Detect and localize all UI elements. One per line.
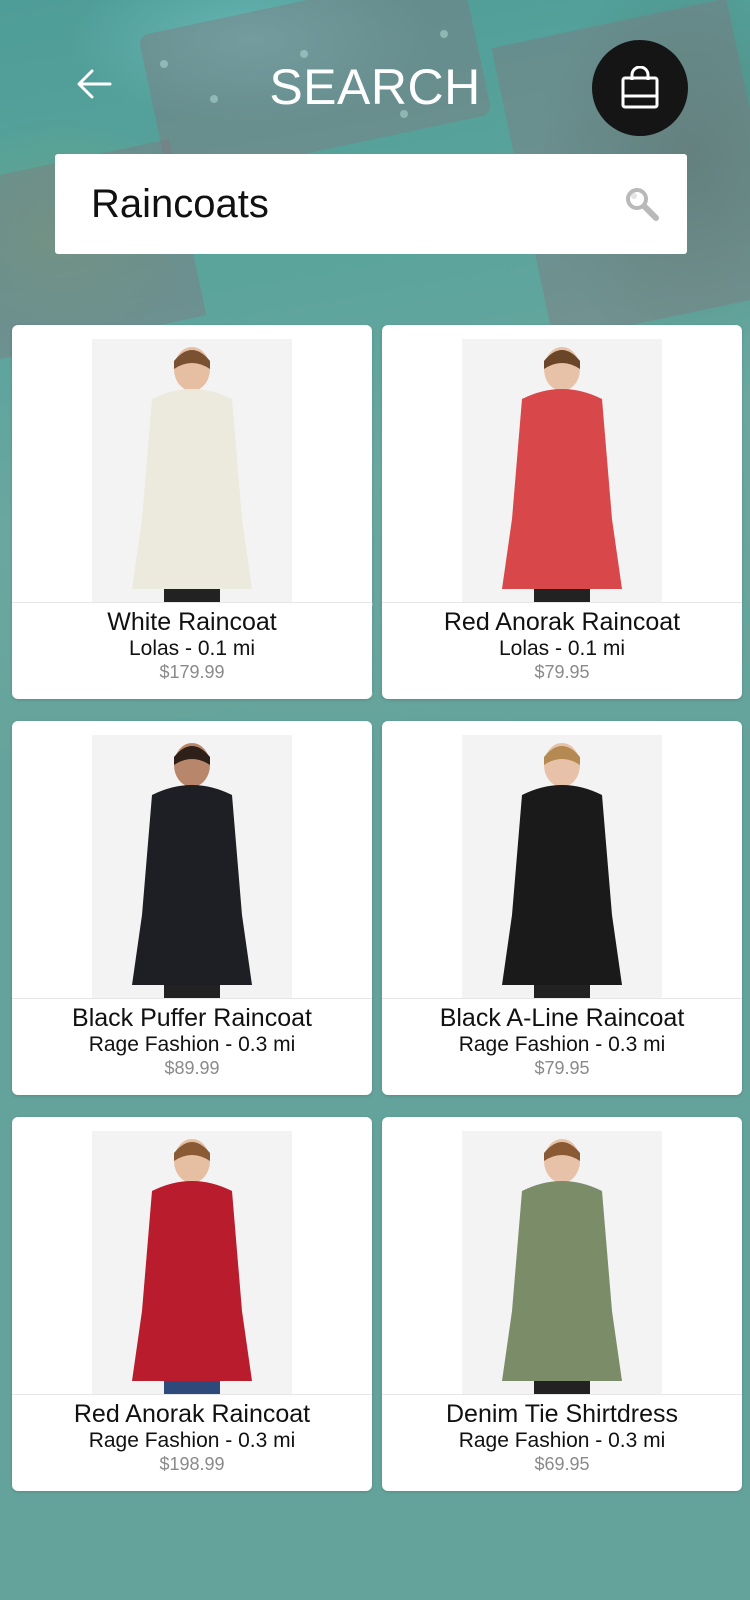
product-name: Black A-Line Raincoat [439,1004,685,1032]
product-name: Black Puffer Raincoat [72,1004,312,1032]
coat-illustration [132,1139,252,1395]
shopping-bag-icon [621,66,659,109]
product-card[interactable]: White Raincoat Lolas - 0.1 mi $179.99 [12,325,372,699]
product-card[interactable]: Black A-Line Raincoat Rage Fashion - 0.3… [382,721,742,1095]
product-name: Red Anorak Raincoat [443,608,681,636]
search-button[interactable] [624,186,660,222]
product-photo [92,735,292,999]
product-grid: White Raincoat Lolas - 0.1 mi $179.99 Re… [12,325,742,1491]
product-photo [462,1131,662,1395]
search-bar [55,154,687,254]
card-divider [12,602,372,603]
product-price: $179.99 [159,662,225,682]
card-divider [12,1394,372,1395]
product-price: $89.99 [164,1058,220,1078]
product-photo [462,339,662,603]
product-name: Red Anorak Raincoat [73,1400,311,1428]
product-photo [92,339,292,603]
card-divider [382,998,742,999]
coat-illustration [132,347,252,603]
product-name: White Raincoat [107,608,277,636]
product-name: Denim Tie Shirtdress [445,1400,679,1428]
search-input[interactable] [91,176,591,232]
product-card[interactable]: Red Anorak Raincoat Lolas - 0.1 mi $79.9… [382,325,742,699]
product-store-distance: Rage Fashion - 0.3 mi [88,1429,296,1452]
coat-illustration [502,347,622,603]
product-price: $79.95 [534,662,590,682]
polka-dot [440,30,448,38]
product-store-distance: Rage Fashion - 0.3 mi [88,1033,296,1056]
product-price: $198.99 [159,1454,225,1474]
product-store-distance: Lolas - 0.1 mi [498,637,626,660]
product-photo [462,735,662,999]
card-divider [382,1394,742,1395]
product-card[interactable]: Denim Tie Shirtdress Rage Fashion - 0.3 … [382,1117,742,1491]
card-divider [12,998,372,999]
magnifier-icon [626,188,659,221]
product-store-distance: Rage Fashion - 0.3 mi [458,1429,666,1452]
shopping-bag-button[interactable] [592,40,688,136]
product-price: $79.95 [534,1058,590,1078]
product-store-distance: Lolas - 0.1 mi [128,637,256,660]
polka-dot [300,50,308,58]
coat-illustration [502,1139,622,1395]
card-divider [382,602,742,603]
product-card[interactable]: Black Puffer Raincoat Rage Fashion - 0.3… [12,721,372,1095]
product-photo [92,1131,292,1395]
coat-illustration [132,743,252,999]
product-store-distance: Rage Fashion - 0.3 mi [458,1033,666,1056]
coat-illustration [502,743,622,999]
product-price: $69.95 [534,1454,590,1474]
product-card[interactable]: Red Anorak Raincoat Rage Fashion - 0.3 m… [12,1117,372,1491]
